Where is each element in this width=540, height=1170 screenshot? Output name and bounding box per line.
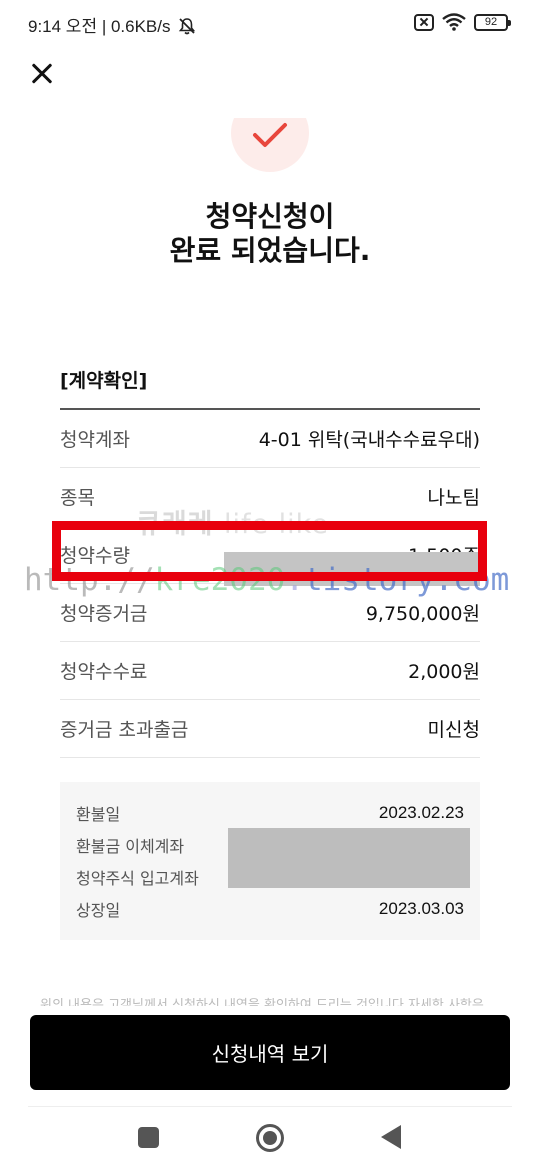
back-icon[interactable] [381,1125,401,1149]
wifi-icon [442,13,466,31]
row-excess-withdrawal: 증거금 초과출금 미신청 [60,700,480,758]
row-value: 2,000원 [408,661,480,683]
info-label: 상장일 [76,901,121,920]
title-line-2: 완료 되었습니다. [169,234,371,267]
row-fee: 청약수수료 2,000원 [60,642,480,700]
info-row-refund-date: 환불일 2023.02.23 [76,801,464,825]
info-value: 2023.02.23 [378,803,464,822]
info-label: 환불일 [76,805,121,824]
row-label: 청약수수료 [60,661,148,683]
section-title: [계약확인] [60,370,148,392]
row-value: 미신청 [427,719,480,741]
row-label: 종목 [60,487,95,509]
info-label: 환불금 이체계좌 [76,837,185,856]
view-application-button[interactable]: 신청내역 보기 [30,1015,510,1090]
row-label: 청약계좌 [60,429,130,451]
row-account: 청약계좌 4-01 위탁(국내수수료우대) [60,410,480,468]
check-top-mask [200,94,340,118]
redaction-accounts [228,828,470,888]
nav-divider [28,1106,512,1107]
status-time: 9:14 오전 | 0.6KB/s [28,12,196,37]
row-value: 4-01 위탁(국내수수료우대) [258,429,480,451]
row-label: 청약증거금 [60,603,148,625]
checkmark-icon [253,123,287,147]
status-icons: 92 [414,13,511,31]
row-value: 나노팀 [427,487,480,509]
status-bar: 9:14 오전 | 0.6KB/s 92 [0,0,540,46]
home-icon[interactable] [256,1124,284,1152]
title-line-1: 청약신청이 [205,200,335,233]
info-label: 청약주식 입고계좌 [76,869,199,888]
row-value: 9,750,000원 [365,603,480,625]
info-value: 2023.03.03 [378,899,464,918]
close-icon[interactable] [28,60,56,88]
row-label: 증거금 초과출금 [60,719,189,741]
recents-icon[interactable] [138,1127,159,1148]
info-row-listing-date: 상장일 2023.03.03 [76,897,464,921]
battery-level: 92 [484,15,498,28]
no-sim-icon [414,13,434,31]
footer-note: 위의 내용은 고객님께서 신청하신 내역을 확인하여 드리는 것입니다 자세한 … [40,998,484,1006]
mute-bell-icon [179,18,196,35]
status-time-text: 9:14 오전 | 0.6KB/s [28,17,171,36]
highlight-box [52,521,487,581]
battery-icon: 92 [474,13,511,31]
page-title: 청약신청이 완료 되었습니다. [0,200,540,268]
